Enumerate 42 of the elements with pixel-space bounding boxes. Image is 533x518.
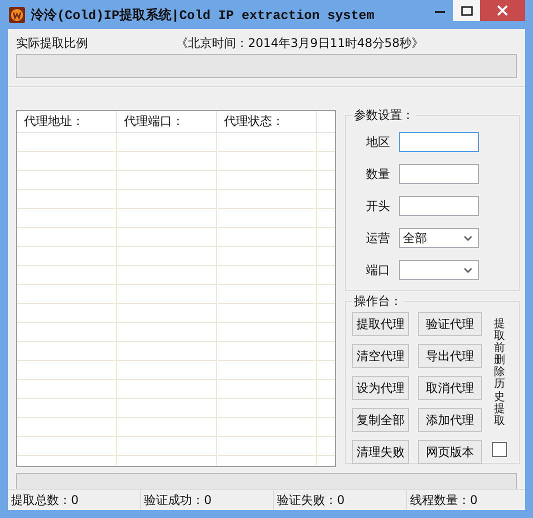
field-label: 数量 xyxy=(365,166,391,182)
input-field[interactable] xyxy=(399,164,479,184)
checkbox[interactable] xyxy=(492,442,507,457)
action-button[interactable]: 验证代理 xyxy=(418,312,482,336)
group-label: 实际提取比例 xyxy=(16,35,88,51)
close-button[interactable] xyxy=(480,0,525,21)
status-text: 验证成功：0 xyxy=(141,490,274,510)
field-label: 地区 xyxy=(365,134,391,150)
app-logo-icon xyxy=(9,6,25,22)
action-button[interactable]: 复制全部 xyxy=(352,408,409,432)
chevron-down-icon xyxy=(464,236,472,240)
input-field[interactable] xyxy=(399,132,479,152)
action-button[interactable]: 导出代理 xyxy=(418,344,482,368)
column-header[interactable]: 代理状态： xyxy=(217,111,317,132)
close-icon xyxy=(497,5,508,16)
option-label: 提取前删除历史提取 xyxy=(494,318,505,429)
column-header[interactable]: 代理地址： xyxy=(17,111,117,132)
action-button[interactable]: 取消代理 xyxy=(418,376,482,400)
column-header[interactable]: 代理端口： xyxy=(117,111,217,132)
dropdown-value: 全部 xyxy=(403,230,427,246)
input-field[interactable] xyxy=(399,196,479,216)
field-label: 开头 xyxy=(365,198,391,214)
group-title: 参数设置： xyxy=(352,108,416,123)
status-text: 提取总数：0 xyxy=(8,490,141,510)
action-button[interactable]: 网页版本 xyxy=(418,440,482,464)
dropdown[interactable]: 全部 xyxy=(399,228,479,248)
status-text: 线程数量：0 xyxy=(409,492,479,509)
action-button[interactable]: 添加代理 xyxy=(418,408,482,432)
action-button[interactable]: 提取代理 xyxy=(352,312,409,336)
chevron-down-icon xyxy=(464,268,472,272)
field-label: 运营 xyxy=(365,230,391,246)
window-title: 泠泠(Cold)IP提取系统|Cold IP extraction system xyxy=(31,6,374,24)
group-title: 操作台： xyxy=(352,294,404,309)
maximize-button[interactable] xyxy=(453,0,480,21)
maximize-icon xyxy=(460,6,472,16)
clock-text: 《北京时间：2014年3月9日11时48分58秒》 xyxy=(176,35,424,51)
proxy-list[interactable]: 代理地址： 代理端口： 代理状态： xyxy=(16,110,336,467)
status-text: 验证失败：0 xyxy=(274,490,407,510)
action-button[interactable]: 设为代理 xyxy=(352,376,409,400)
action-button[interactable]: 清理失败 xyxy=(352,440,409,464)
action-button[interactable]: 清空代理 xyxy=(352,344,409,368)
field-label: 端口 xyxy=(365,262,391,278)
